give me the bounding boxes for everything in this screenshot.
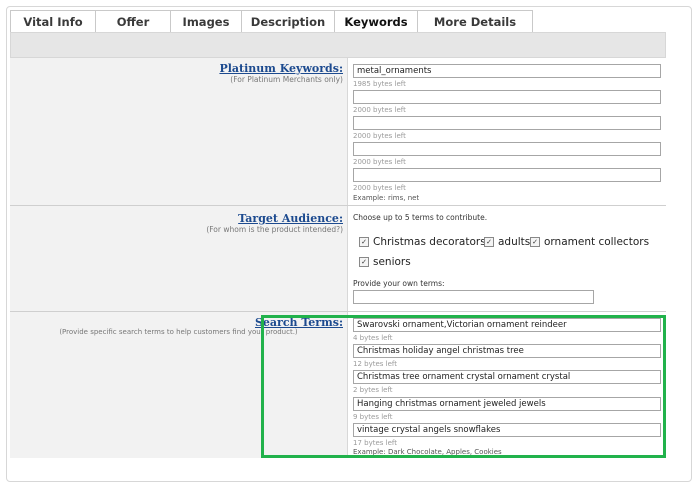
platinum-keywords-label[interactable]: Platinum Keywords: xyxy=(219,62,343,75)
own-terms-input[interactable] xyxy=(353,290,594,304)
platinum-keyword-input-1[interactable]: metal_ornaments xyxy=(353,64,661,78)
section-header-band xyxy=(10,32,666,58)
audience-option-label: seniors xyxy=(373,256,411,268)
audience-option-christmas-decorators[interactable]: ✓ Christmas decorators xyxy=(359,236,486,248)
target-audience-label[interactable]: Target Audience: xyxy=(238,212,343,225)
checkbox-checked-icon[interactable]: ✓ xyxy=(484,237,494,247)
audience-option-label: Christmas decorators xyxy=(373,236,486,248)
platinum-keyword-bytes-left-2: 2000 bytes left xyxy=(353,106,406,114)
tab-description[interactable]: Description xyxy=(241,10,335,32)
audience-option-seniors[interactable]: ✓ seniors xyxy=(359,256,411,268)
platinum-keywords-label-cell: Platinum Keywords: (For Platinum Merchan… xyxy=(10,58,348,205)
platinum-keywords-example: Example: rims, net xyxy=(353,194,420,202)
platinum-keyword-input-2[interactable] xyxy=(353,90,661,104)
tab-vital-info[interactable]: Vital Info xyxy=(10,10,96,32)
target-audience-instructions: Choose up to 5 terms to contribute. xyxy=(353,213,488,222)
checkbox-checked-icon[interactable]: ✓ xyxy=(359,237,369,247)
tab-offer[interactable]: Offer xyxy=(95,10,171,32)
checkbox-checked-icon[interactable]: ✓ xyxy=(530,237,540,247)
platinum-keyword-bytes-left-3: 2000 bytes left xyxy=(353,132,406,140)
tab-images[interactable]: Images xyxy=(170,10,242,32)
platinum-keyword-input-3[interactable] xyxy=(353,116,661,130)
target-audience-section: Target Audience: (For whom is the produc… xyxy=(10,206,666,312)
audience-option-ornament-collectors[interactable]: ✓ ornament collectors xyxy=(530,236,649,248)
own-terms-label: Provide your own terms: xyxy=(353,279,445,288)
tab-more-details[interactable]: More Details xyxy=(417,10,533,32)
platinum-keywords-section: Platinum Keywords: (For Platinum Merchan… xyxy=(10,58,666,206)
platinum-keyword-input-5[interactable] xyxy=(353,168,661,182)
checkbox-checked-icon[interactable]: ✓ xyxy=(359,257,369,267)
target-audience-label-cell: Target Audience: (For whom is the produc… xyxy=(10,206,348,311)
search-terms-highlight-box xyxy=(261,315,666,458)
audience-option-adults[interactable]: ✓ adults xyxy=(484,236,530,248)
platinum-keyword-bytes-left-1: 1985 bytes left xyxy=(353,80,406,88)
audience-option-label: ornament collectors xyxy=(544,236,650,248)
platinum-keyword-bytes-left-5: 2000 bytes left xyxy=(353,184,406,192)
tab-bar: Vital Info Offer Images Description Keyw… xyxy=(10,10,533,33)
audience-option-label: adults xyxy=(498,236,531,248)
platinum-keyword-input-4[interactable] xyxy=(353,142,661,156)
platinum-keyword-bytes-left-4: 2000 bytes left xyxy=(353,158,406,166)
target-audience-sublabel: (For whom is the product intended?) xyxy=(206,225,343,234)
tab-keywords[interactable]: Keywords xyxy=(334,10,418,33)
platinum-keywords-sublabel: (For Platinum Merchants only) xyxy=(230,75,343,84)
